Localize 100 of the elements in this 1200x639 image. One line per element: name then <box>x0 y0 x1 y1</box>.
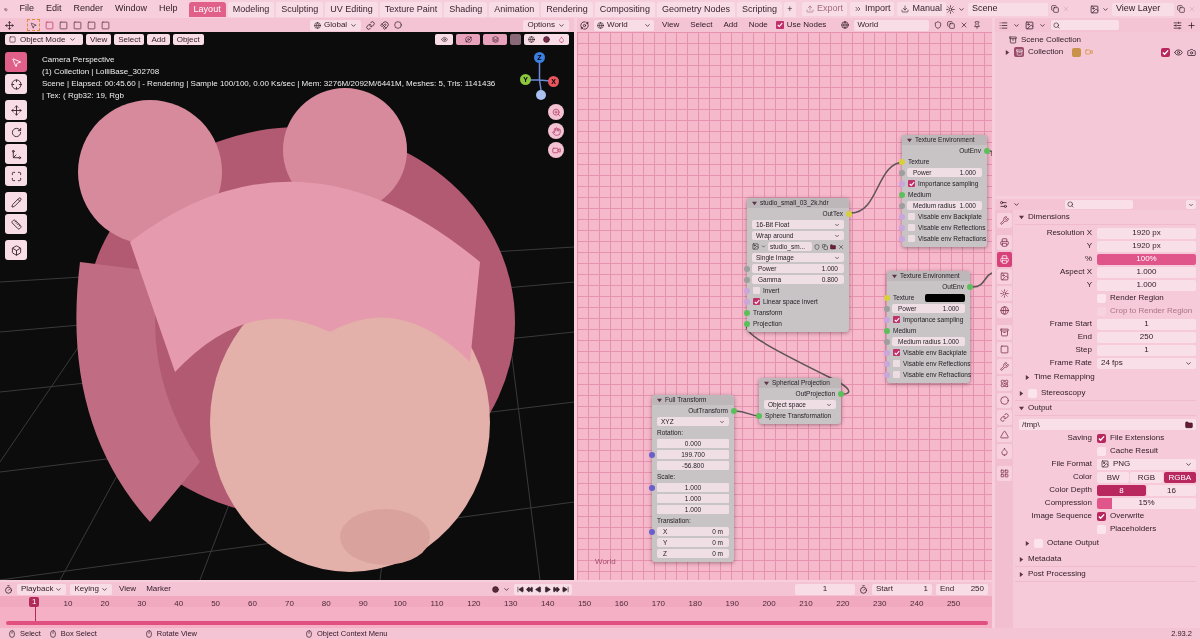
header-menu[interactable]: Add <box>720 19 741 31</box>
frame-number: 70 <box>284 598 294 610</box>
end-frame-field[interactable]: End 250 <box>936 583 988 595</box>
segment-button[interactable]: BW <box>1097 471 1130 483</box>
header-menu[interactable]: View <box>86 34 112 45</box>
segment-button[interactable]: RGB <box>1130 471 1163 483</box>
frame-number: 240 <box>910 598 924 610</box>
frame-number: 50 <box>211 598 221 610</box>
header-menu[interactable]: Object <box>172 34 204 45</box>
menu-item[interactable]: Render <box>67 2 110 16</box>
checkbox-label: Render Region <box>1110 292 1164 304</box>
panel-title[interactable]: Stereoscopy <box>1041 387 1086 399</box>
menu-item[interactable]: Window <box>109 2 154 16</box>
workspace-tab[interactable]: Scripting <box>736 2 782 17</box>
tree-item[interactable]: Collection <box>1028 46 1068 58</box>
checkbox-label: Crop to Render Region <box>1110 305 1193 317</box>
slider-field[interactable]: 15% <box>1097 497 1196 509</box>
start-frame-field[interactable]: Start 1 <box>872 583 932 595</box>
checkbox-label: File Extensions <box>1110 432 1165 444</box>
frame-number: 210 <box>799 598 813 610</box>
number-field[interactable]: 1.000 <box>1097 266 1196 278</box>
menu-item[interactable]: Edit <box>40 2 68 16</box>
workspace-tab[interactable]: Animation <box>489 2 540 17</box>
number-field[interactable]: 1 <box>1097 344 1196 356</box>
menu-item[interactable]: Help <box>153 2 184 16</box>
frame-number: 170 <box>651 598 666 610</box>
property-label: % <box>1083 253 1093 265</box>
scene-field[interactable]: Scene <box>968 2 1048 16</box>
property-label: Aspect X <box>1059 266 1093 278</box>
property-label: Image Sequence <box>1030 510 1093 522</box>
property-label: Y <box>1085 279 1093 291</box>
workspace-tab[interactable]: Shading <box>444 2 488 17</box>
subpanel-title[interactable]: Octane Output <box>1047 537 1100 549</box>
segment-button[interactable]: 8 <box>1097 484 1146 496</box>
header-dropdown[interactable]: Keying <box>70 583 112 595</box>
shader-type-dropdown[interactable]: World <box>594 19 654 31</box>
header-menu[interactable]: Add <box>147 34 170 45</box>
options-dropdown[interactable]: Options <box>523 19 569 31</box>
frame-number: 30 <box>137 598 147 610</box>
viewport-info-text: (1) Collection | LolliBase_302708 <box>42 66 161 78</box>
checkbox-label: Overwrite <box>1110 510 1145 522</box>
frame-number: 110 <box>430 598 444 610</box>
slider-field[interactable]: 100% <box>1097 253 1196 265</box>
frame-number: 60 <box>248 598 257 610</box>
header-menu[interactable]: Select <box>114 34 145 45</box>
panel-title[interactable]: Dimensions <box>1028 211 1070 223</box>
number-field[interactable]: 1920 px <box>1097 240 1196 252</box>
dropdown[interactable]: PNG <box>1097 458 1196 470</box>
workspace-tab[interactable]: Geometry Nodes <box>656 2 735 17</box>
path-field[interactable]: /tmp\ <box>1019 419 1196 430</box>
property-label: Y <box>1085 240 1093 252</box>
workspace-tab[interactable]: UV Editing <box>325 2 378 17</box>
panel-title[interactable]: Output <box>1028 402 1052 414</box>
frame-number: 100 <box>393 598 407 610</box>
mode-dropdown[interactable]: Object Mode <box>5 34 83 45</box>
frame-number: 160 <box>614 598 629 610</box>
view-layer-field[interactable]: View Layer <box>1112 2 1174 16</box>
number-field[interactable]: 1920 px <box>1097 227 1196 239</box>
current-frame-field[interactable]: 1 <box>795 583 855 595</box>
frame-number: 40 <box>174 598 184 610</box>
manual-button[interactable]: Manual <box>897 2 946 16</box>
import-button[interactable]: Import <box>849 2 895 16</box>
playhead-marker[interactable]: 1 <box>29 597 40 607</box>
number-field[interactable]: 1 <box>1097 318 1196 330</box>
property-label: End <box>1076 331 1093 343</box>
panel-title[interactable]: Post Processing <box>1028 568 1086 580</box>
workspace-tab[interactable]: Rendering <box>541 2 593 17</box>
frame-number: 190 <box>725 598 739 610</box>
panel-title[interactable]: Metadata <box>1028 553 1062 565</box>
frame-number: 230 <box>873 598 887 610</box>
frame-number: 90 <box>358 598 368 610</box>
frame-number: 180 <box>688 598 702 610</box>
number-field[interactable]: 1.000 <box>1097 279 1196 291</box>
header-menu[interactable]: Node <box>745 19 771 31</box>
add-workspace-button[interactable]: + <box>783 2 796 17</box>
header-menu[interactable]: View <box>115 583 140 595</box>
world-field[interactable]: World <box>854 19 930 31</box>
header-dropdown[interactable]: Playback <box>17 583 67 595</box>
frame-number: 130 <box>504 598 518 610</box>
workspace-tab[interactable]: Sculpting <box>276 2 324 17</box>
tree-item[interactable]: Scene Collection <box>1021 34 1082 46</box>
header-menu[interactable]: Select <box>687 19 716 31</box>
workspace-tab[interactable]: Modeling <box>227 2 275 17</box>
subpanel-title[interactable]: Time Remapping <box>1034 371 1095 383</box>
workspace-tab[interactable]: Compositing <box>594 2 655 17</box>
checkbox-label: Placeholders <box>1110 523 1157 535</box>
number-field[interactable]: 250 <box>1097 331 1196 343</box>
workspace-tab[interactable]: Texture Paint <box>379 2 443 17</box>
header-menu[interactable]: View <box>659 19 683 31</box>
editor-label: World <box>595 556 616 568</box>
segment-button[interactable]: 16 <box>1147 484 1196 496</box>
property-label: Color Depth <box>1048 484 1093 496</box>
segment-button[interactable]: RGBA <box>1163 471 1196 483</box>
frame-number: 80 <box>321 598 331 610</box>
frame-number: 140 <box>541 598 555 610</box>
orientation-dropdown[interactable]: Global <box>310 19 362 31</box>
header-menu[interactable]: Marker <box>143 583 175 595</box>
menu-item[interactable]: File <box>13 2 41 16</box>
dropdown[interactable]: 24 fps <box>1097 357 1196 369</box>
property-label: Compression <box>1043 497 1093 509</box>
